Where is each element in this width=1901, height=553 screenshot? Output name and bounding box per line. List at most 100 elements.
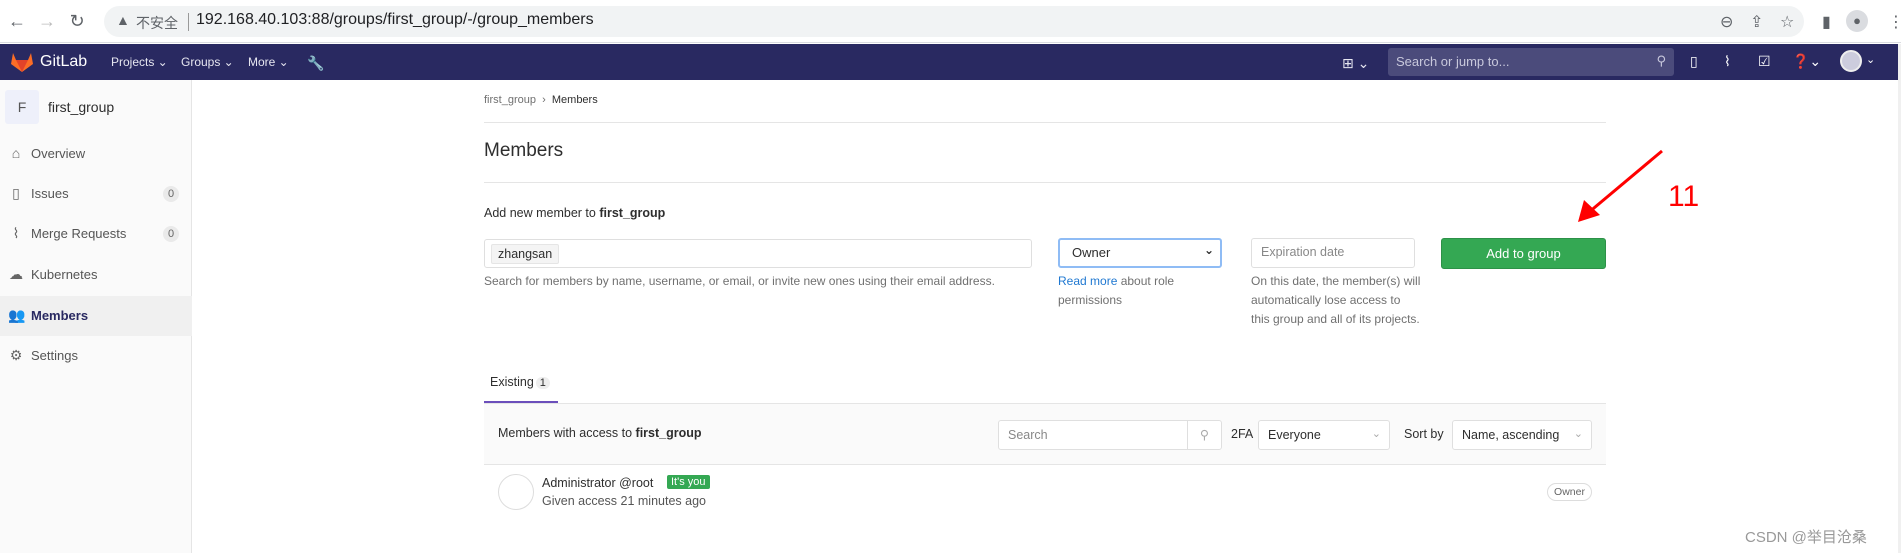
annotation-arrow-icon xyxy=(1578,149,1663,222)
its-you-badge: It's you xyxy=(667,475,710,489)
user-avatar[interactable] xyxy=(1840,50,1862,72)
search-icon[interactable]: ⚲ xyxy=(1187,421,1221,449)
share-icon[interactable]: ⇪ xyxy=(1750,12,1763,32)
label-text: Members with access to xyxy=(498,426,636,440)
tab-existing[interactable]: Existing 1 xyxy=(484,372,558,403)
tab-label: Existing xyxy=(490,375,534,389)
role-badge: Owner xyxy=(1547,483,1592,501)
sidepanel-icon[interactable]: ▮ xyxy=(1822,12,1831,32)
chevron-down-icon[interactable]: ⌄ xyxy=(1866,53,1875,66)
divider xyxy=(188,13,189,31)
expiration-help: On this date, the member(s) will automat… xyxy=(1251,274,1421,326)
chevron-down-icon: ⌄ xyxy=(1203,243,1214,257)
sidebar-item-merge-requests[interactable]: ⌇ Merge Requests 0 xyxy=(0,214,192,254)
issues-icon: ▯ xyxy=(12,185,20,201)
breadcrumb-current: Members xyxy=(551,94,598,106)
page-title: Members xyxy=(484,140,564,161)
nav-more[interactable]: More ⌄ xyxy=(248,55,289,69)
sidebar-item-kubernetes[interactable]: ☁ Kubernetes xyxy=(0,255,192,295)
add-to-group-button[interactable]: Add to group xyxy=(1441,238,1606,269)
menu-icon[interactable]: ⋮ xyxy=(1888,12,1901,32)
help-icon[interactable]: ❓⌄ xyxy=(1792,53,1821,70)
warning-icon: ▲ xyxy=(116,12,130,28)
select-value: Name, ascending xyxy=(1462,428,1560,442)
admin-wrench-icon[interactable]: 🔧 xyxy=(307,55,324,72)
group-name[interactable]: first_group xyxy=(48,99,114,115)
search-placeholder: Search xyxy=(1008,428,1048,442)
expiration-date-input[interactable]: Expiration date xyxy=(1251,238,1415,268)
read-more-link[interactable]: Read more xyxy=(1058,274,1117,288)
sidebar-item-issues[interactable]: ▯ Issues 0 xyxy=(0,174,192,214)
role-value: Owner xyxy=(1072,245,1111,260)
browser-toolbar: ← → ↻ ▲ 不安全 192.168.40.103:88/groups/fir… xyxy=(0,0,1901,43)
annotation-number: 11 xyxy=(1668,180,1700,213)
member-search-input[interactable]: zhangsan xyxy=(484,239,1032,268)
divider xyxy=(484,182,1606,183)
role-select[interactable]: Owner ⌄ xyxy=(1058,238,1222,268)
twofa-label: 2FA xyxy=(1231,427,1254,441)
sidebar-item-label: Members xyxy=(31,308,89,323)
star-icon[interactable]: ☆ xyxy=(1780,12,1794,32)
divider xyxy=(484,122,1606,123)
sidebar-item-label: Merge Requests xyxy=(31,226,127,241)
sidebar: F first_group ⌂ Overview ▯ Issues 0 ⌇ Merge … xyxy=(0,80,192,553)
sidebar-item-members[interactable]: 👥 Members xyxy=(0,296,192,336)
count-badge: 0 xyxy=(163,226,179,242)
sidebar-item-overview[interactable]: ⌂ Overview xyxy=(0,134,192,174)
group-name: first_group xyxy=(635,426,702,440)
forward-icon[interactable]: → xyxy=(36,10,58,32)
member-name[interactable]: Administrator @root xyxy=(542,476,653,490)
members-icon: 👥 xyxy=(8,307,26,323)
gitlab-logo-icon[interactable] xyxy=(10,51,34,73)
brand-name[interactable]: GitLab xyxy=(40,53,87,71)
merge-request-icon: ⌇ xyxy=(12,225,20,241)
nav-groups[interactable]: Groups ⌄ xyxy=(181,55,234,69)
back-icon[interactable]: ← xyxy=(6,10,28,32)
search-placeholder: Search or jump to... xyxy=(1396,54,1510,69)
profile-icon[interactable]: ● xyxy=(1846,10,1868,32)
selected-user-token[interactable]: zhangsan xyxy=(491,244,560,264)
count-badge: 1 xyxy=(535,377,550,389)
chevron-down-icon: ⌄ xyxy=(1573,428,1583,440)
twofa-select[interactable]: Everyone ⌄ xyxy=(1258,420,1390,450)
add-member-label: Add new member to first_group xyxy=(484,206,665,220)
sort-label: Sort by xyxy=(1404,427,1444,441)
kubernetes-icon: ☁ xyxy=(9,266,23,282)
home-icon: ⌂ xyxy=(11,145,21,161)
avatar[interactable] xyxy=(498,474,534,510)
members-panel-header: Members with access to first_group Searc… xyxy=(484,403,1606,465)
new-plus-icon[interactable]: ⊞ ⌄ xyxy=(1342,55,1369,72)
gear-icon: ⚙ xyxy=(9,347,23,363)
access-given-text: Given access 21 minutes ago xyxy=(542,494,706,508)
insecure-label: 不安全 xyxy=(136,15,178,31)
sidebar-item-label: Settings xyxy=(31,348,78,363)
group-avatar[interactable]: F xyxy=(5,90,39,124)
panel-title: Members with access to first_group xyxy=(498,426,702,440)
watermark: CSDN @举目沧桑 xyxy=(1745,529,1867,546)
reload-icon[interactable]: ↻ xyxy=(66,10,88,32)
sort-select[interactable]: Name, ascending ⌄ xyxy=(1452,420,1592,450)
breadcrumb: first_group › Members xyxy=(484,94,598,106)
todo-icon[interactable]: ☑ xyxy=(1758,53,1771,70)
url-text[interactable]: 192.168.40.103:88/groups/first_group/-/g… xyxy=(196,11,594,29)
label-text: Add new member to xyxy=(484,206,600,220)
role-help: Read more about role permissions xyxy=(1058,272,1208,310)
sidebar-item-settings[interactable]: ⚙ Settings xyxy=(0,336,192,376)
nav-projects[interactable]: Projects ⌄ xyxy=(111,55,168,69)
count-badge: 0 xyxy=(163,186,179,202)
sidebar-item-label: Issues xyxy=(31,186,69,201)
member-filter-search[interactable]: Search ⚲ xyxy=(998,420,1222,450)
breadcrumb-parent[interactable]: first_group xyxy=(484,94,536,106)
search-icon: ⚲ xyxy=(1656,53,1666,68)
sidebar-item-label: Overview xyxy=(31,146,86,161)
sidebar-item-label: Kubernetes xyxy=(31,267,98,282)
issues-icon[interactable]: ▯ xyxy=(1690,53,1698,70)
address-bar[interactable]: ▲ 不安全 192.168.40.103:88/groups/first_gro… xyxy=(104,6,1804,37)
member-search-help: Search for members by name, username, or… xyxy=(484,274,995,288)
zoom-icon[interactable]: ⊖ xyxy=(1720,12,1733,32)
chevron-down-icon: ⌄ xyxy=(1371,428,1381,440)
merge-request-icon[interactable]: ⌇ xyxy=(1724,53,1731,70)
select-value: Everyone xyxy=(1268,428,1321,442)
group-name: first_group xyxy=(599,206,666,220)
global-search-input[interactable]: Search or jump to... ⚲ xyxy=(1388,48,1674,76)
